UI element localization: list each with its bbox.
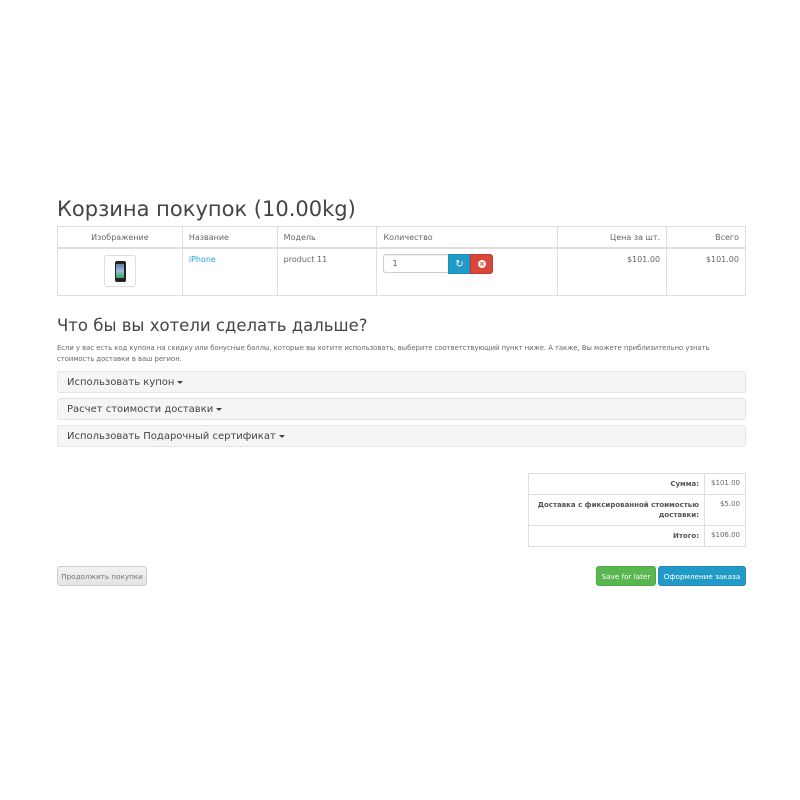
shipping-panel-label: Расчет стоимости доставки [67, 404, 214, 415]
next-steps-description: Если у вас есть код купона на скидку или… [57, 344, 710, 363]
product-name-link[interactable]: iPhone [189, 255, 216, 264]
next-steps-title: Что бы вы хотели сделать дальше? [57, 316, 368, 335]
shipping-label: Доставка с фиксированной стоимостью дост… [527, 494, 706, 526]
caret-down-icon [216, 407, 223, 411]
quantity-group: ↻ × [383, 254, 551, 274]
total-value: $106.00 [704, 525, 746, 547]
phone-image [114, 261, 126, 282]
remove-icon: × [477, 260, 486, 268]
header-name: Название [181, 226, 278, 249]
totals-row: Сумма: $101.00 [527, 473, 746, 495]
product-thumbnail[interactable] [103, 255, 136, 287]
totals-table: Сумма: $101.00 Доставка с фиксированной … [527, 473, 746, 547]
totals-row: Итого: $106.00 [527, 525, 746, 547]
update-button[interactable]: ↻ [448, 254, 471, 274]
product-model: product 11 [276, 247, 378, 296]
refresh-icon: ↻ [455, 258, 464, 270]
product-image-cell [57, 247, 183, 296]
quantity-input[interactable] [383, 254, 450, 273]
header-quantity: Количество [376, 226, 559, 249]
subtotal-value: $101.00 [704, 473, 746, 495]
cart-header-row: Изображение Название Модель Количество Ц… [57, 226, 746, 249]
table-row: iPhone product 11 ↻ × $101.00 $101.00 [57, 247, 746, 296]
caret-down-icon [177, 380, 184, 384]
totals-row: Доставка с фиксированной стоимостью дост… [527, 494, 746, 526]
coupon-panel-label: Использовать купон [67, 377, 175, 388]
header-total: Всего [666, 226, 746, 249]
checkout-button[interactable]: Оформление заказа [658, 566, 746, 586]
shipping-value: $5.00 [704, 494, 746, 526]
continue-shopping-button[interactable]: Продолжить покупки [57, 566, 147, 586]
caret-down-icon [278, 434, 285, 438]
page-title: Корзина покупок (10.00kg) [57, 197, 356, 221]
header-unit-price: Цена за шт. [557, 226, 668, 249]
cart-table: Изображение Название Модель Количество Ц… [57, 226, 746, 296]
total-label: Итого: [527, 525, 706, 547]
quantity-cell: ↻ × [376, 247, 559, 296]
subtotal-label: Сумма: [527, 473, 706, 495]
header-model: Модель [276, 226, 378, 249]
voucher-panel-label: Использовать Подарочный сертификат [67, 431, 276, 442]
header-image: Изображение [57, 226, 183, 249]
coupon-panel[interactable]: Использовать купон [57, 371, 746, 393]
remove-button[interactable]: × [470, 254, 494, 274]
line-total: $101.00 [666, 247, 746, 296]
save-for-later-button[interactable]: Save for later [596, 566, 656, 586]
product-name-cell: iPhone [181, 247, 278, 296]
voucher-panel[interactable]: Использовать Подарочный сертификат [57, 425, 746, 447]
shipping-panel[interactable]: Расчет стоимости доставки [57, 398, 746, 420]
unit-price: $101.00 [557, 247, 668, 296]
